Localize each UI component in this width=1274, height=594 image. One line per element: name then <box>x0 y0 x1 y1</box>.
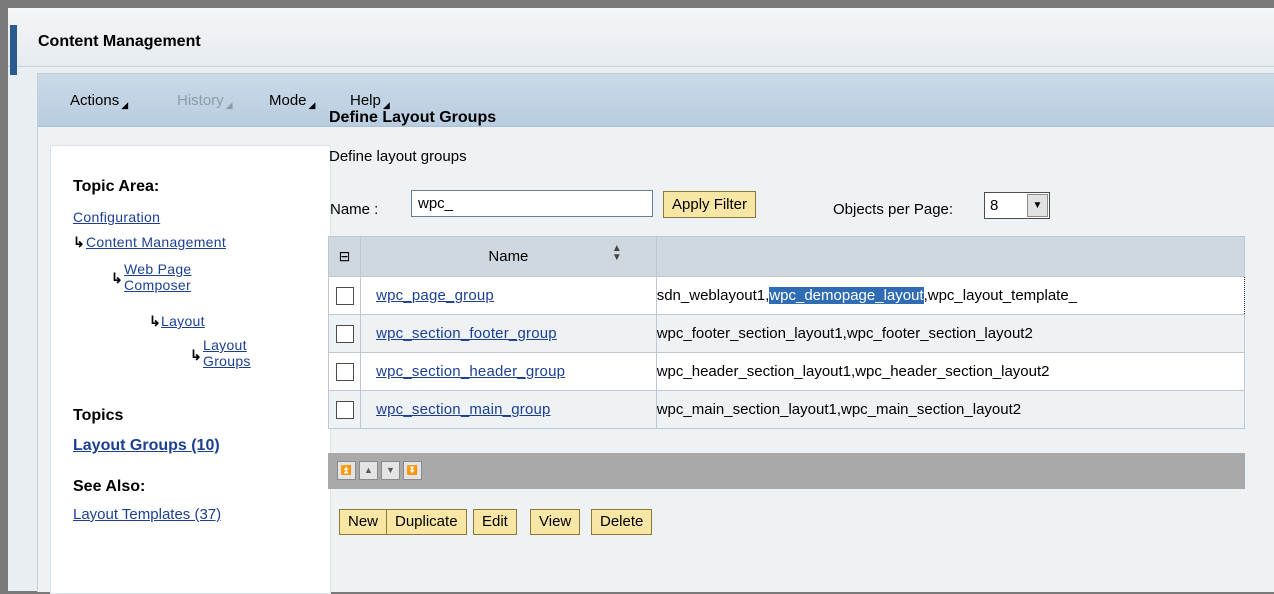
menu-actions[interactable]: Actions ◢ <box>70 92 128 111</box>
see-also-layout-templates-link[interactable]: Layout Templates (37) <box>73 506 221 523</box>
application-frame: Content Management Actions ◢ History ◢ Mod… <box>8 8 1274 594</box>
row-select-cell[interactable] <box>327 314 362 353</box>
name-filter-label: Name : <box>330 201 379 218</box>
topic-area-heading: Topic Area: <box>73 178 160 195</box>
row-value-text: sdn_weblayout1, <box>656 287 770 304</box>
table-pager: ⏫ ▲ ▼ ⏬ <box>328 453 1245 489</box>
row-name-cell: wpc_page_group <box>360 276 657 315</box>
title-accent-bar <box>10 25 17 75</box>
breadcrumb-layout[interactable]: Layout <box>161 313 205 329</box>
see-also-heading: See Also: <box>73 478 146 495</box>
row-value-selected-text: wpc_demopage_layout <box>769 287 924 304</box>
menu-arrow-icon: ◢ <box>225 100 233 110</box>
previous-page-icon[interactable]: ▲ <box>359 461 378 480</box>
hierarchy-arrow-icon: ↳ <box>190 347 202 363</box>
menu-history: History ◢ <box>177 92 233 110</box>
row-value-cell: sdn_weblayout1,wpc_demopage_layout,wpc_l… <box>655 276 1246 315</box>
table-row[interactable]: wpc_page_group sdn_weblayout1,wpc_demopa… <box>327 276 1246 315</box>
breadcrumb-web-page-composer[interactable]: Web Page Composer <box>124 261 192 293</box>
page-title: Define Layout Groups <box>329 109 497 126</box>
title-bar: Content Management <box>8 8 1274 75</box>
objects-per-page-value: 8 <box>990 197 999 214</box>
value-column-header <box>655 236 1246 277</box>
table-menu-icon[interactable]: ⊟ <box>339 248 351 264</box>
row-checkbox[interactable] <box>335 400 354 419</box>
apply-filter-button[interactable]: Apply Filter <box>663 191 757 218</box>
row-checkbox[interactable] <box>335 286 354 305</box>
row-value-cell: wpc_footer_section_layout1,wpc_footer_se… <box>655 314 1246 353</box>
objects-per-page-label: Objects per Page: <box>833 201 954 218</box>
menu-bar: Actions ◢ History ◢ Mode ◢ Help ◢ <box>38 74 1274 127</box>
row-value-cell: wpc_header_section_layout1,wpc_header_se… <box>655 352 1246 391</box>
delete-button[interactable]: Delete <box>591 509 653 535</box>
dropdown-arrow-icon[interactable]: ▼ <box>1027 194 1048 217</box>
table-header-row: ⊟ Name ▲ ▼ <box>327 236 1246 277</box>
row-name-link[interactable]: wpc_section_main_group <box>361 401 551 418</box>
topics-layout-groups-link[interactable]: Layout Groups (10) <box>73 437 220 455</box>
row-name-link[interactable]: wpc_section_footer_group <box>361 325 557 342</box>
menu-mode[interactable]: Mode ◢ <box>269 92 315 111</box>
row-select-cell[interactable] <box>327 352 362 391</box>
menu-arrow-icon: ◢ <box>121 100 129 110</box>
hierarchy-arrow-icon: ↳ <box>149 313 161 329</box>
row-value-text: ,wpc_layout_template_ <box>923 287 1078 304</box>
row-value-cell: wpc_main_section_layout1,wpc_main_sectio… <box>655 390 1246 429</box>
row-name-cell: wpc_section_main_group <box>360 390 657 429</box>
first-page-icon[interactable]: ⏫ <box>337 461 356 480</box>
breadcrumb-content-management[interactable]: Content Management <box>86 234 226 250</box>
page-description: Define layout groups <box>329 148 467 165</box>
row-checkbox[interactable] <box>335 362 354 381</box>
duplicate-button[interactable]: Duplicate <box>386 509 467 535</box>
row-name-cell: wpc_section_header_group <box>360 352 657 391</box>
row-name-link[interactable]: wpc_page_group <box>361 287 494 304</box>
new-button[interactable]: New <box>339 509 388 535</box>
name-column-header[interactable]: Name ▲ ▼ <box>360 236 657 277</box>
edit-button[interactable]: Edit <box>473 509 517 535</box>
last-page-icon[interactable]: ⏬ <box>403 461 422 480</box>
breadcrumb-layout-groups[interactable]: Layout Groups <box>203 337 251 369</box>
table-row[interactable]: wpc_section_main_group wpc_main_section_… <box>327 390 1246 429</box>
row-checkbox[interactable] <box>335 324 354 343</box>
name-filter-input[interactable] <box>411 190 653 217</box>
topics-heading: Topics <box>73 407 124 424</box>
name-column-label: Name <box>488 248 529 265</box>
view-button[interactable]: View <box>530 509 581 535</box>
page-header-title: Content Management <box>38 33 201 50</box>
sort-icon[interactable]: ▲ ▼ <box>612 244 622 263</box>
objects-per-page-select[interactable]: 8 ▼ <box>984 192 1050 219</box>
table-row[interactable]: wpc_section_footer_group wpc_footer_sect… <box>327 314 1246 353</box>
row-select-cell[interactable] <box>327 390 362 429</box>
hierarchy-arrow-icon: ↳ <box>73 234 85 250</box>
menu-arrow-icon: ◢ <box>308 100 316 110</box>
next-page-icon[interactable]: ▼ <box>381 461 400 480</box>
row-name-link[interactable]: wpc_section_header_group <box>361 363 565 380</box>
hierarchy-arrow-icon: ↳ <box>111 270 123 286</box>
row-select-cell[interactable] <box>327 276 362 315</box>
select-all-cell[interactable]: ⊟ <box>327 236 362 277</box>
table-row[interactable]: wpc_section_header_group wpc_header_sect… <box>327 352 1246 391</box>
row-name-cell: wpc_section_footer_group <box>360 314 657 353</box>
topic-navigation-panel: Topic Area: Configuration ↳ Content Mana… <box>50 145 331 594</box>
layout-groups-table: ⊟ Name ▲ ▼ wpc_page_group sdn_weblayout1,… <box>327 236 1246 429</box>
breadcrumb-configuration[interactable]: Configuration <box>73 209 160 225</box>
